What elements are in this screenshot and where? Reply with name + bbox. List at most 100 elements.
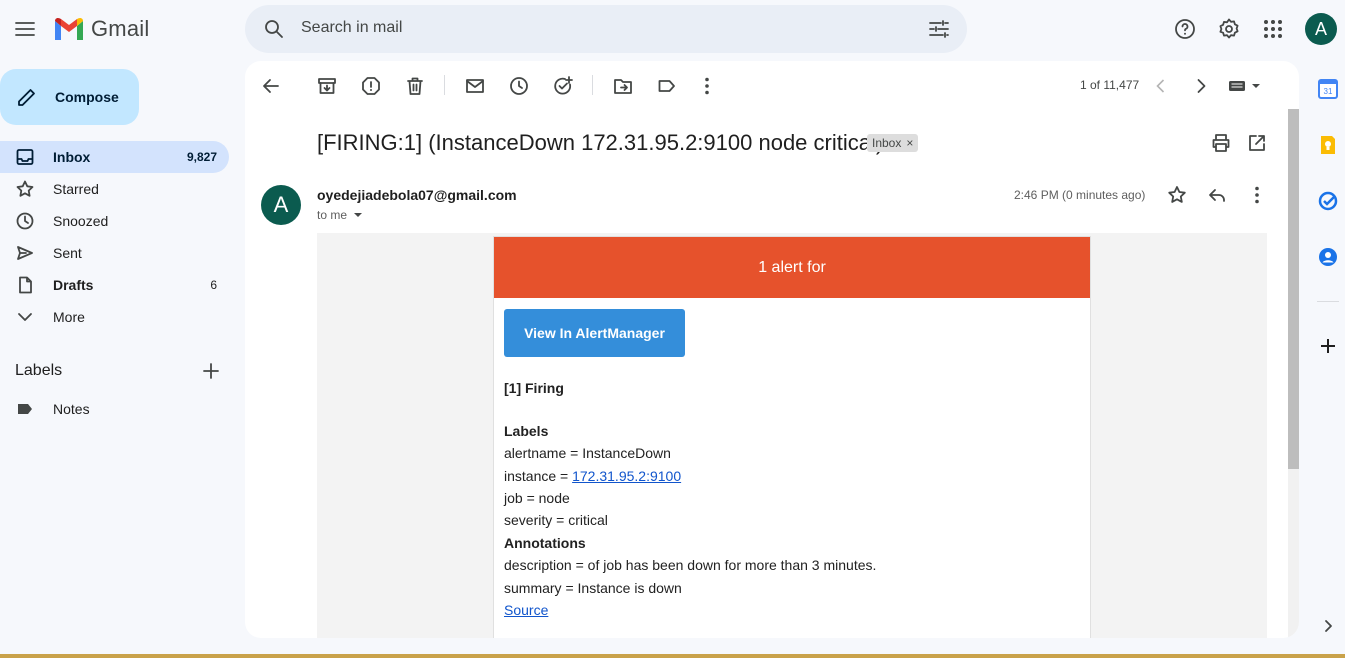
recipients-toggle[interactable]: to me	[317, 208, 363, 222]
apps-button[interactable]	[1261, 17, 1285, 41]
nav-label: Inbox	[53, 149, 91, 165]
taskbar-strip	[0, 654, 1345, 658]
unread-count: 9,827	[186, 150, 217, 164]
contacts-icon	[1319, 248, 1337, 266]
source-link-wrap: Source	[504, 602, 548, 618]
trash-icon[interactable]	[404, 75, 426, 97]
message-panel: 1 of 11,477 [FIRING:1] (InstanceDown 172…	[245, 61, 1299, 638]
settings-button[interactable]	[1217, 17, 1241, 41]
archive-icon[interactable]	[316, 75, 338, 97]
apps-grid-icon	[1264, 20, 1282, 38]
nav-snoozed[interactable]: Snoozed	[0, 205, 229, 237]
nav-inbox[interactable]: Inbox 9,827	[0, 141, 229, 173]
scrollbar-thumb[interactable]	[1288, 109, 1299, 469]
star-icon	[16, 180, 34, 197]
nav-more[interactable]: More	[0, 301, 229, 333]
pagination-text: 1 of 11,477	[1080, 78, 1140, 92]
inbox-icon	[16, 149, 34, 165]
gmail-logo[interactable]: Gmail	[53, 16, 149, 42]
calendar-icon: 31	[1318, 79, 1338, 99]
search-bar[interactable]	[245, 5, 967, 53]
email-timestamp: 2:46 PM (0 minutes ago)	[1014, 188, 1146, 202]
message-more-vert-icon[interactable]	[1246, 184, 1268, 206]
instance-link[interactable]: 172.31.95.2:9100	[572, 468, 681, 484]
help-icon	[1175, 19, 1195, 39]
label-notes[interactable]: Notes	[0, 393, 229, 425]
reply-icon[interactable]	[1206, 184, 1228, 206]
app-name: Gmail	[91, 16, 150, 41]
open-new-window-icon[interactable]	[1246, 132, 1268, 154]
svg-text:31: 31	[1324, 87, 1333, 96]
move-to-icon[interactable]	[612, 75, 634, 97]
labels-section-title: Labels	[504, 423, 549, 439]
plus-icon	[1321, 339, 1335, 353]
draft-count: 6	[210, 278, 217, 292]
email-subject: [FIRING:1] (InstanceDown 172.31.95.2:910…	[317, 130, 884, 155]
mark-unread-icon[interactable]	[464, 75, 486, 97]
toolbar-divider	[592, 75, 593, 95]
snooze-clock-icon[interactable]	[508, 75, 530, 97]
recipients-text: to me	[317, 208, 348, 222]
keep-icon	[1321, 136, 1335, 154]
sender-email[interactable]: oyedejiadebola07@gmail.com	[317, 187, 517, 203]
alert-card: 1 alert for View In AlertManager [1] Fir…	[493, 236, 1091, 638]
report-spam-icon[interactable]	[360, 75, 382, 97]
sender-avatar[interactable]: A	[261, 185, 301, 225]
send-icon	[17, 246, 33, 260]
chevron-down-icon	[18, 313, 32, 321]
contacts-app[interactable]	[1316, 245, 1340, 269]
label-alertname: alertname = InstanceDown	[504, 445, 671, 461]
label-severity: severity = critical	[504, 512, 608, 528]
label-outline-icon[interactable]	[656, 75, 678, 97]
instance-prefix: instance =	[504, 468, 573, 484]
keep-app[interactable]	[1316, 133, 1340, 157]
hamburger-icon	[15, 22, 35, 36]
source-link[interactable]: Source	[504, 602, 548, 618]
pencil-icon	[18, 89, 35, 106]
gmail-m-icon	[55, 17, 83, 40]
show-side-panel-button[interactable]	[1316, 614, 1340, 638]
annotation-summary: summary = Instance is down	[504, 580, 682, 596]
search-input[interactable]	[301, 19, 861, 37]
labels-heading: Labels	[15, 362, 63, 379]
newer-chevron-icon[interactable]	[1150, 75, 1172, 97]
tasks-app[interactable]	[1316, 189, 1340, 213]
input-tools-button[interactable]	[1228, 78, 1260, 94]
chip-label: Inbox	[872, 136, 902, 150]
nav-label: Snoozed	[53, 213, 109, 229]
nav-drafts[interactable]: Drafts 6	[0, 269, 229, 301]
inbox-label-chip[interactable]: Inbox ×	[867, 134, 919, 152]
label-name: Notes	[53, 401, 90, 417]
support-button[interactable]	[1173, 17, 1197, 41]
older-chevron-icon[interactable]	[1190, 75, 1212, 97]
add-to-tasks-icon[interactable]	[552, 75, 574, 97]
more-vert-icon[interactable]	[696, 75, 718, 97]
label-icon	[18, 404, 32, 414]
alert-header: 1 alert for	[494, 237, 1090, 298]
nav-starred[interactable]: Starred	[0, 173, 229, 205]
nav-sent[interactable]: Sent	[0, 237, 229, 269]
view-in-alertmanager-button[interactable]: View In AlertManager	[504, 309, 685, 357]
create-label-button[interactable]	[200, 360, 222, 382]
remove-label-icon[interactable]: ×	[906, 136, 913, 150]
keyboard-icon	[1229, 81, 1260, 91]
star-outline-icon[interactable]	[1166, 184, 1188, 206]
nav-label: More	[53, 309, 85, 325]
rail-divider	[1317, 301, 1339, 302]
compose-button[interactable]: Compose	[0, 69, 139, 125]
main-menu-button[interactable]	[13, 17, 37, 41]
account-avatar[interactable]: A	[1305, 13, 1337, 45]
annotations-section-title: Annotations	[504, 535, 586, 551]
annotation-description: description = of job has been down for m…	[504, 557, 877, 573]
back-arrow-icon[interactable]	[260, 75, 282, 97]
email-body: 1 alert for View In AlertManager [1] Fir…	[317, 233, 1267, 638]
chevron-right-icon	[1325, 620, 1332, 632]
search-options-icon[interactable]	[927, 17, 951, 41]
label-job: job = node	[504, 490, 570, 506]
get-addons-button[interactable]	[1316, 334, 1340, 358]
calendar-app[interactable]: 31	[1316, 77, 1340, 101]
search-icon[interactable]	[262, 17, 286, 41]
gear-icon	[1219, 18, 1239, 39]
print-icon[interactable]	[1210, 132, 1232, 154]
nav-label: Sent	[53, 245, 82, 261]
